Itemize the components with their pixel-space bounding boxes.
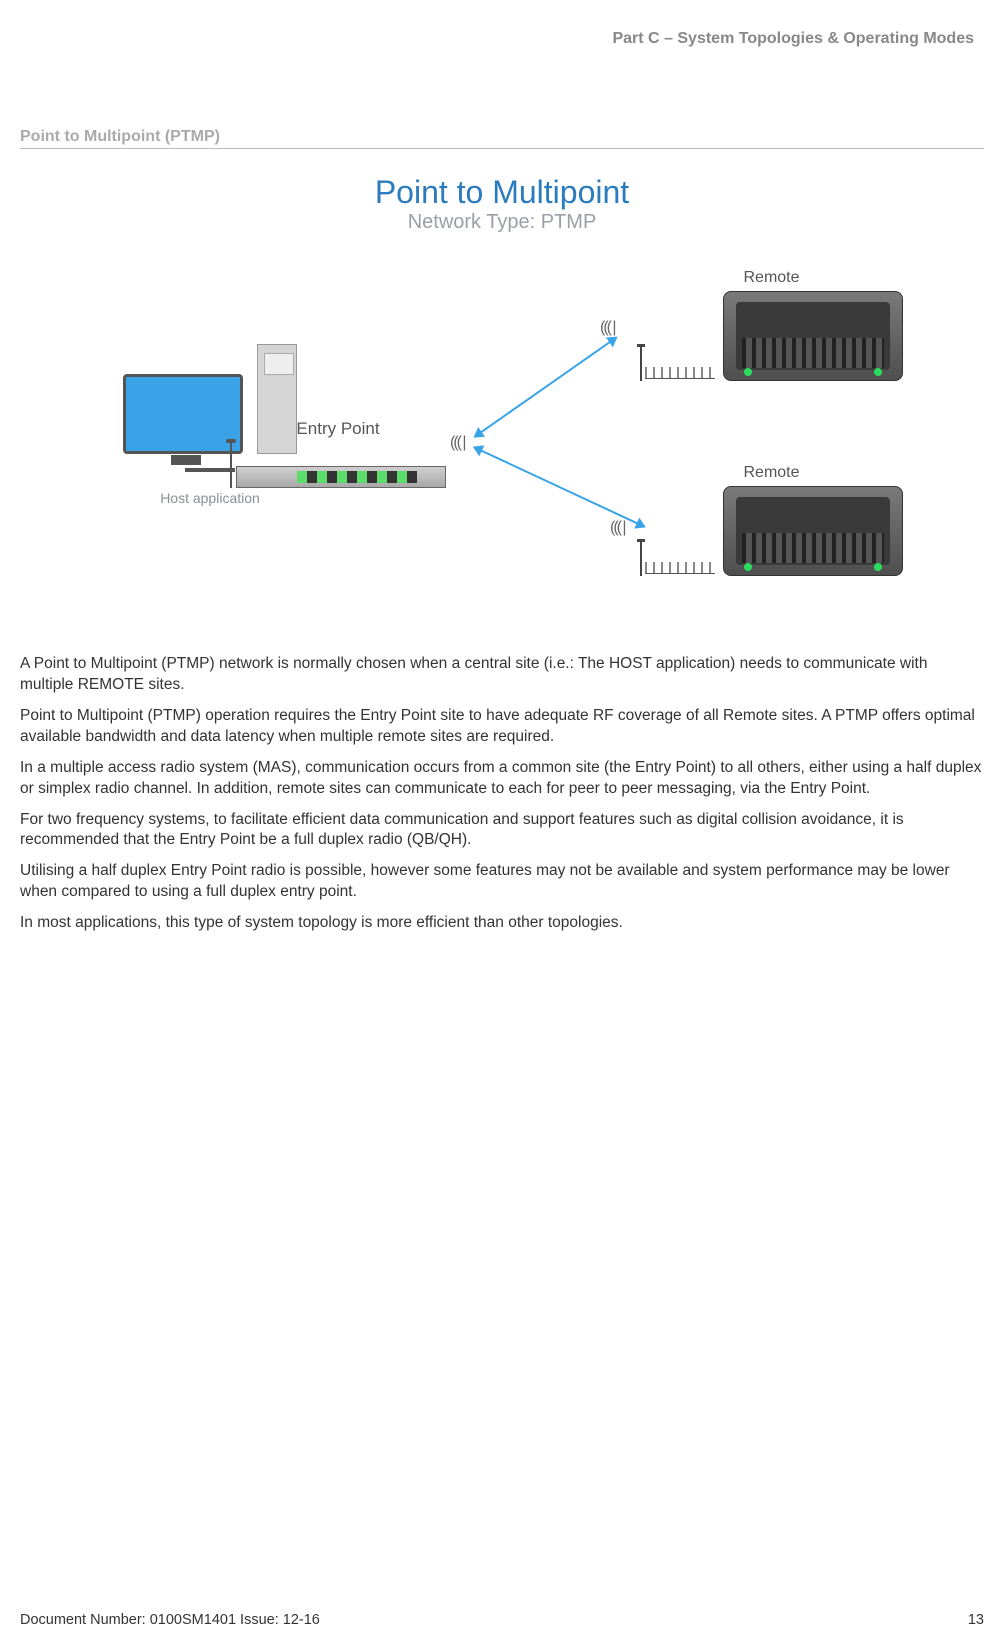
radio-signal-icon: ((( |	[450, 434, 465, 452]
diagram-container: Point to Multipoint Network Type: PTMP H…	[20, 164, 984, 644]
header-part-title: Part C – System Topologies & Operating M…	[20, 30, 984, 48]
antenna-icon	[230, 443, 232, 488]
switch-device-icon	[236, 466, 446, 488]
remote-unit-2: Remote	[640, 464, 903, 576]
document-number: Document Number: 0100SM1401 Issue: 12-16	[20, 1612, 320, 1628]
diagram-title: Point to Multipoint	[40, 174, 964, 211]
antenna-icon	[640, 542, 642, 576]
body-text: A Point to Multipoint (PTMP) network is …	[20, 654, 984, 934]
remote-unit-1: Remote	[640, 269, 903, 381]
radio-unit-icon	[723, 486, 903, 576]
radio-signal-icon: ((( |	[610, 519, 625, 537]
monitor-icon	[123, 374, 243, 454]
paragraph: Utilising a half duplex Entry Point radi…	[20, 861, 984, 903]
link-arrow-icon	[480, 449, 639, 525]
paragraph: For two frequency systems, to facilitate…	[20, 810, 984, 852]
page-number: 13	[968, 1612, 984, 1628]
entry-point-icon: Entry Point	[230, 419, 446, 488]
radio-unit-icon	[723, 291, 903, 381]
section-heading: Point to Multipoint (PTMP)	[20, 128, 984, 149]
host-label: Host application	[60, 490, 360, 506]
remote-label: Remote	[640, 464, 903, 482]
paragraph: In a multiple access radio system (MAS),…	[20, 758, 984, 800]
antenna-comb-icon	[645, 562, 715, 574]
remote-label: Remote	[640, 269, 903, 287]
paragraph: Point to Multipoint (PTMP) operation req…	[20, 706, 984, 748]
paragraph: In most applications, this type of syste…	[20, 913, 984, 934]
entry-point-label: Entry Point	[230, 419, 446, 439]
page-footer: Document Number: 0100SM1401 Issue: 12-16…	[20, 1612, 984, 1628]
paragraph: A Point to Multipoint (PTMP) network is …	[20, 654, 984, 696]
antenna-icon	[640, 347, 642, 381]
antenna-comb-icon	[645, 367, 715, 379]
link-arrow-icon	[479, 340, 611, 433]
diagram-subtitle: Network Type: PTMP	[40, 211, 964, 234]
network-diagram: Host application Entry Point ((( | ((( |…	[40, 254, 964, 624]
